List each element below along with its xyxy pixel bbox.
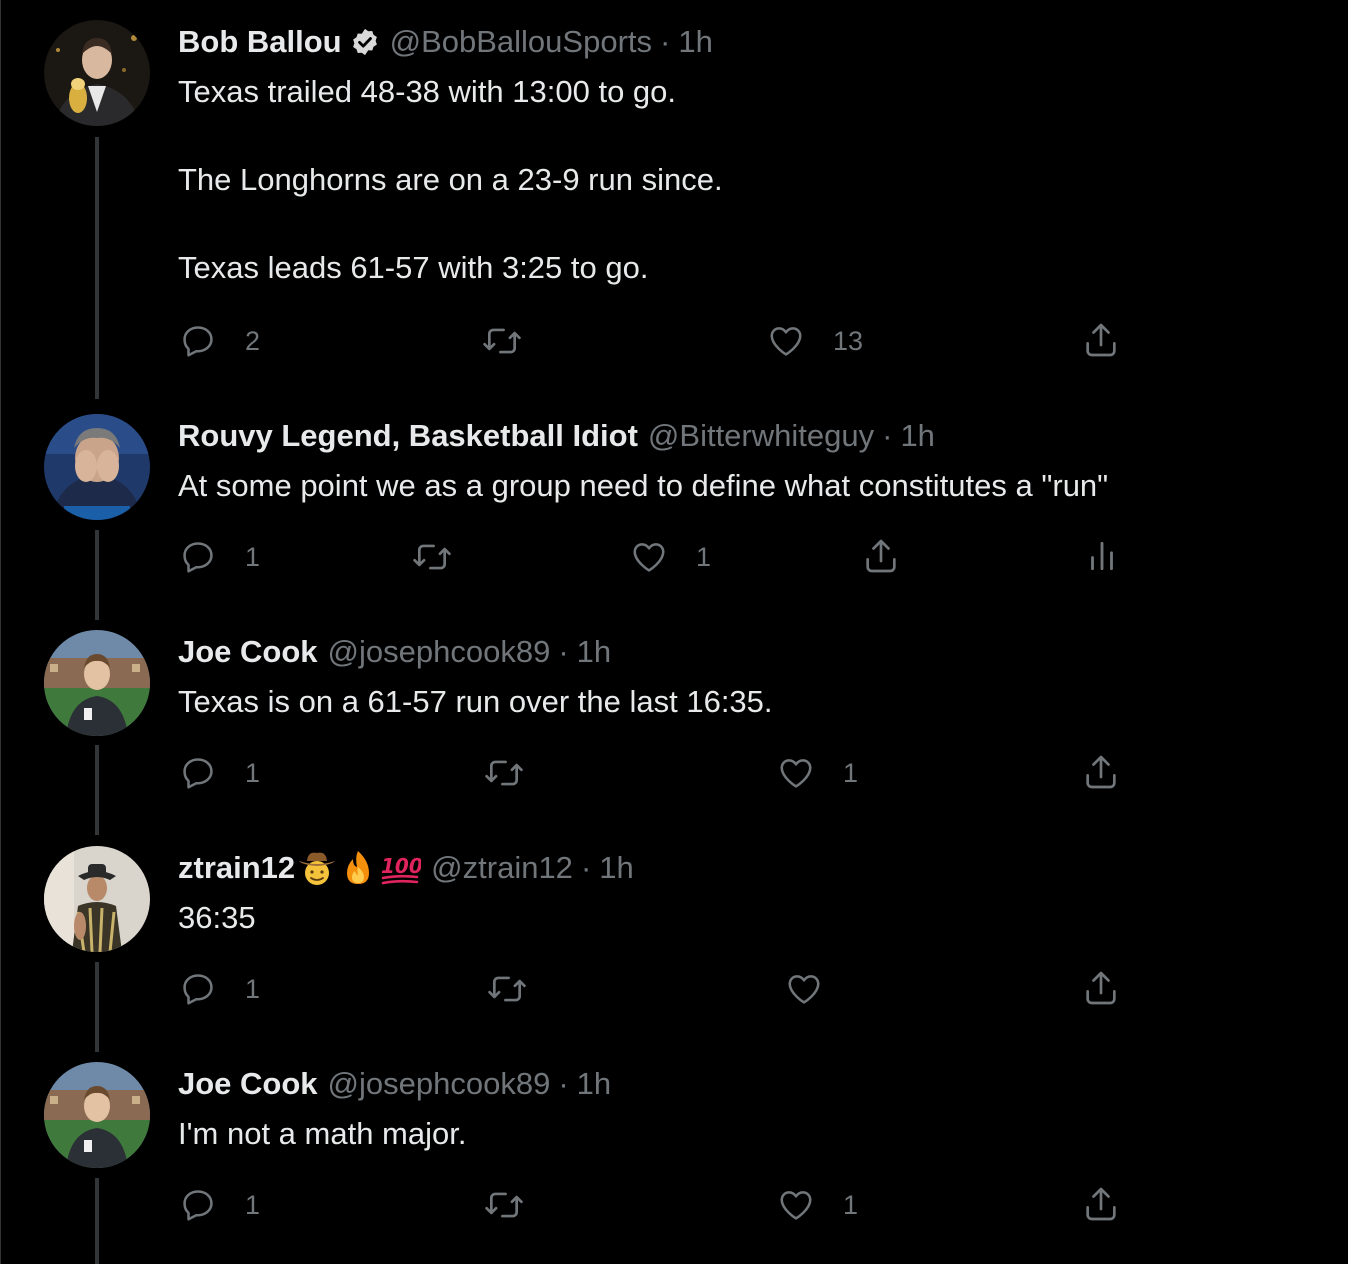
retweet-icon [485,1192,523,1218]
like-count: 1 [843,757,859,788]
share-icon [1086,971,1116,1005]
heart-icon [633,543,665,572]
reply-button[interactable]: 1 [179,754,260,792]
share-button[interactable] [1081,968,1121,1008]
tweet-header: ztrain12 100 @ztrain12 · 1h [178,848,634,888]
reply-button[interactable]: 2 [179,322,260,360]
share-button[interactable] [1081,1184,1121,1224]
display-name[interactable]: Joe Cook [178,634,318,670]
avatar[interactable] [44,414,150,520]
heart-icon [780,1191,812,1220]
share-button[interactable] [1081,320,1121,360]
retweet-icon [483,328,521,354]
reply-icon [183,326,213,357]
avatar[interactable] [44,20,150,126]
display-name[interactable]: Rouvy Legend, Basketball Idiot [178,418,638,454]
avatar[interactable] [44,846,150,952]
display-name[interactable]: Joe Cook [178,1066,318,1102]
verified-badge-icon [350,27,380,57]
retweet-icon [413,544,451,570]
tweet-text: 36:35 [178,900,256,935]
thread-line [95,1178,99,1264]
separator-dot: · [580,850,592,885]
like-count: 1 [843,1189,859,1220]
share-icon [1086,755,1116,789]
analytics-icon [1091,541,1113,571]
reply-button[interactable]: 1 [179,970,260,1008]
reply-count: 2 [245,325,261,356]
tweet-text: Texas is on a 61-57 run over the last 16… [178,684,773,719]
retweet-button[interactable] [481,322,553,360]
separator-dot: · [558,634,569,669]
user-handle[interactable]: @BobBallouSports [390,24,652,60]
retweet-icon [488,976,526,1002]
retweet-button[interactable] [486,970,558,1008]
tweet-text: Texas trailed 48-38 with 13:00 to go. Th… [178,74,723,285]
separator-dot: · [558,1066,569,1101]
retweet-button[interactable] [411,538,483,576]
like-count: 1 [696,541,712,572]
user-handle[interactable]: @Bitterwhiteguy [648,418,874,454]
heart-icon [780,759,812,788]
like-count: 13 [833,325,864,356]
timestamp[interactable]: 1h [678,24,712,60]
cowboy-face-icon [297,849,337,887]
like-button[interactable]: 1 [777,1186,858,1224]
share-button[interactable] [861,536,901,576]
share-icon [1086,323,1116,357]
hundred-points-icon: 100 [379,849,421,887]
analytics-button[interactable] [1083,536,1121,576]
timestamp[interactable]: 1h [900,418,934,454]
share-icon [866,539,896,573]
reply-icon [183,974,213,1005]
retweet-button[interactable] [483,754,555,792]
tweet-header: Rouvy Legend, Basketball Idiot @Bitterwh… [178,416,935,456]
avatar[interactable] [44,630,150,736]
reply-button[interactable]: 1 [179,538,260,576]
separator-dot: · [660,24,671,59]
like-button[interactable]: 13 [767,322,863,360]
reply-count: 1 [245,541,261,572]
like-button[interactable]: 1 [777,754,858,792]
reply-count: 1 [245,757,261,788]
reply-icon [183,758,213,789]
svg-text:100: 100 [381,854,421,878]
timestamp[interactable]: 1h [577,1066,611,1102]
display-name[interactable]: Bob Ballou [178,24,342,60]
thread-line [95,530,99,620]
tweet-text: At some point we as a group need to defi… [178,468,1109,503]
tweet-header: Joe Cook @josephcook89 · 1h [178,632,611,672]
conversation-thread: Bob Ballou @BobBallouSports · 1h Texas t… [0,0,1348,1264]
retweet-icon [485,760,523,786]
avatar[interactable] [44,1062,150,1168]
reply-button[interactable]: 1 [179,1186,260,1224]
share-button[interactable] [1081,752,1121,792]
timestamp[interactable]: 1h [599,850,633,886]
reply-icon [183,542,213,573]
tweet-text: I'm not a math major. [178,1116,467,1151]
retweet-button[interactable] [483,1186,555,1224]
user-handle[interactable]: @ztrain12 [431,850,573,886]
user-handle[interactable]: @josephcook89 [328,1066,551,1102]
reply-icon [183,1190,213,1221]
fire-icon [339,849,377,887]
user-handle[interactable]: @josephcook89 [328,634,551,670]
tweet-header: Joe Cook @josephcook89 · 1h [178,1064,611,1104]
thread-line [95,137,99,399]
heart-icon [788,975,820,1004]
separator-dot: · [882,418,893,453]
thread-line [95,962,99,1052]
reply-count: 1 [245,1189,261,1220]
like-button[interactable]: 1 [630,538,711,576]
like-button[interactable] [785,970,853,1008]
timestamp[interactable]: 1h [577,634,611,670]
reply-count: 1 [245,973,261,1004]
share-icon [1086,1187,1116,1221]
display-name[interactable]: ztrain12 [178,850,295,886]
thread-line [95,745,99,835]
heart-icon [770,327,802,356]
tweet-header: Bob Ballou @BobBallouSports · 1h [178,22,713,62]
